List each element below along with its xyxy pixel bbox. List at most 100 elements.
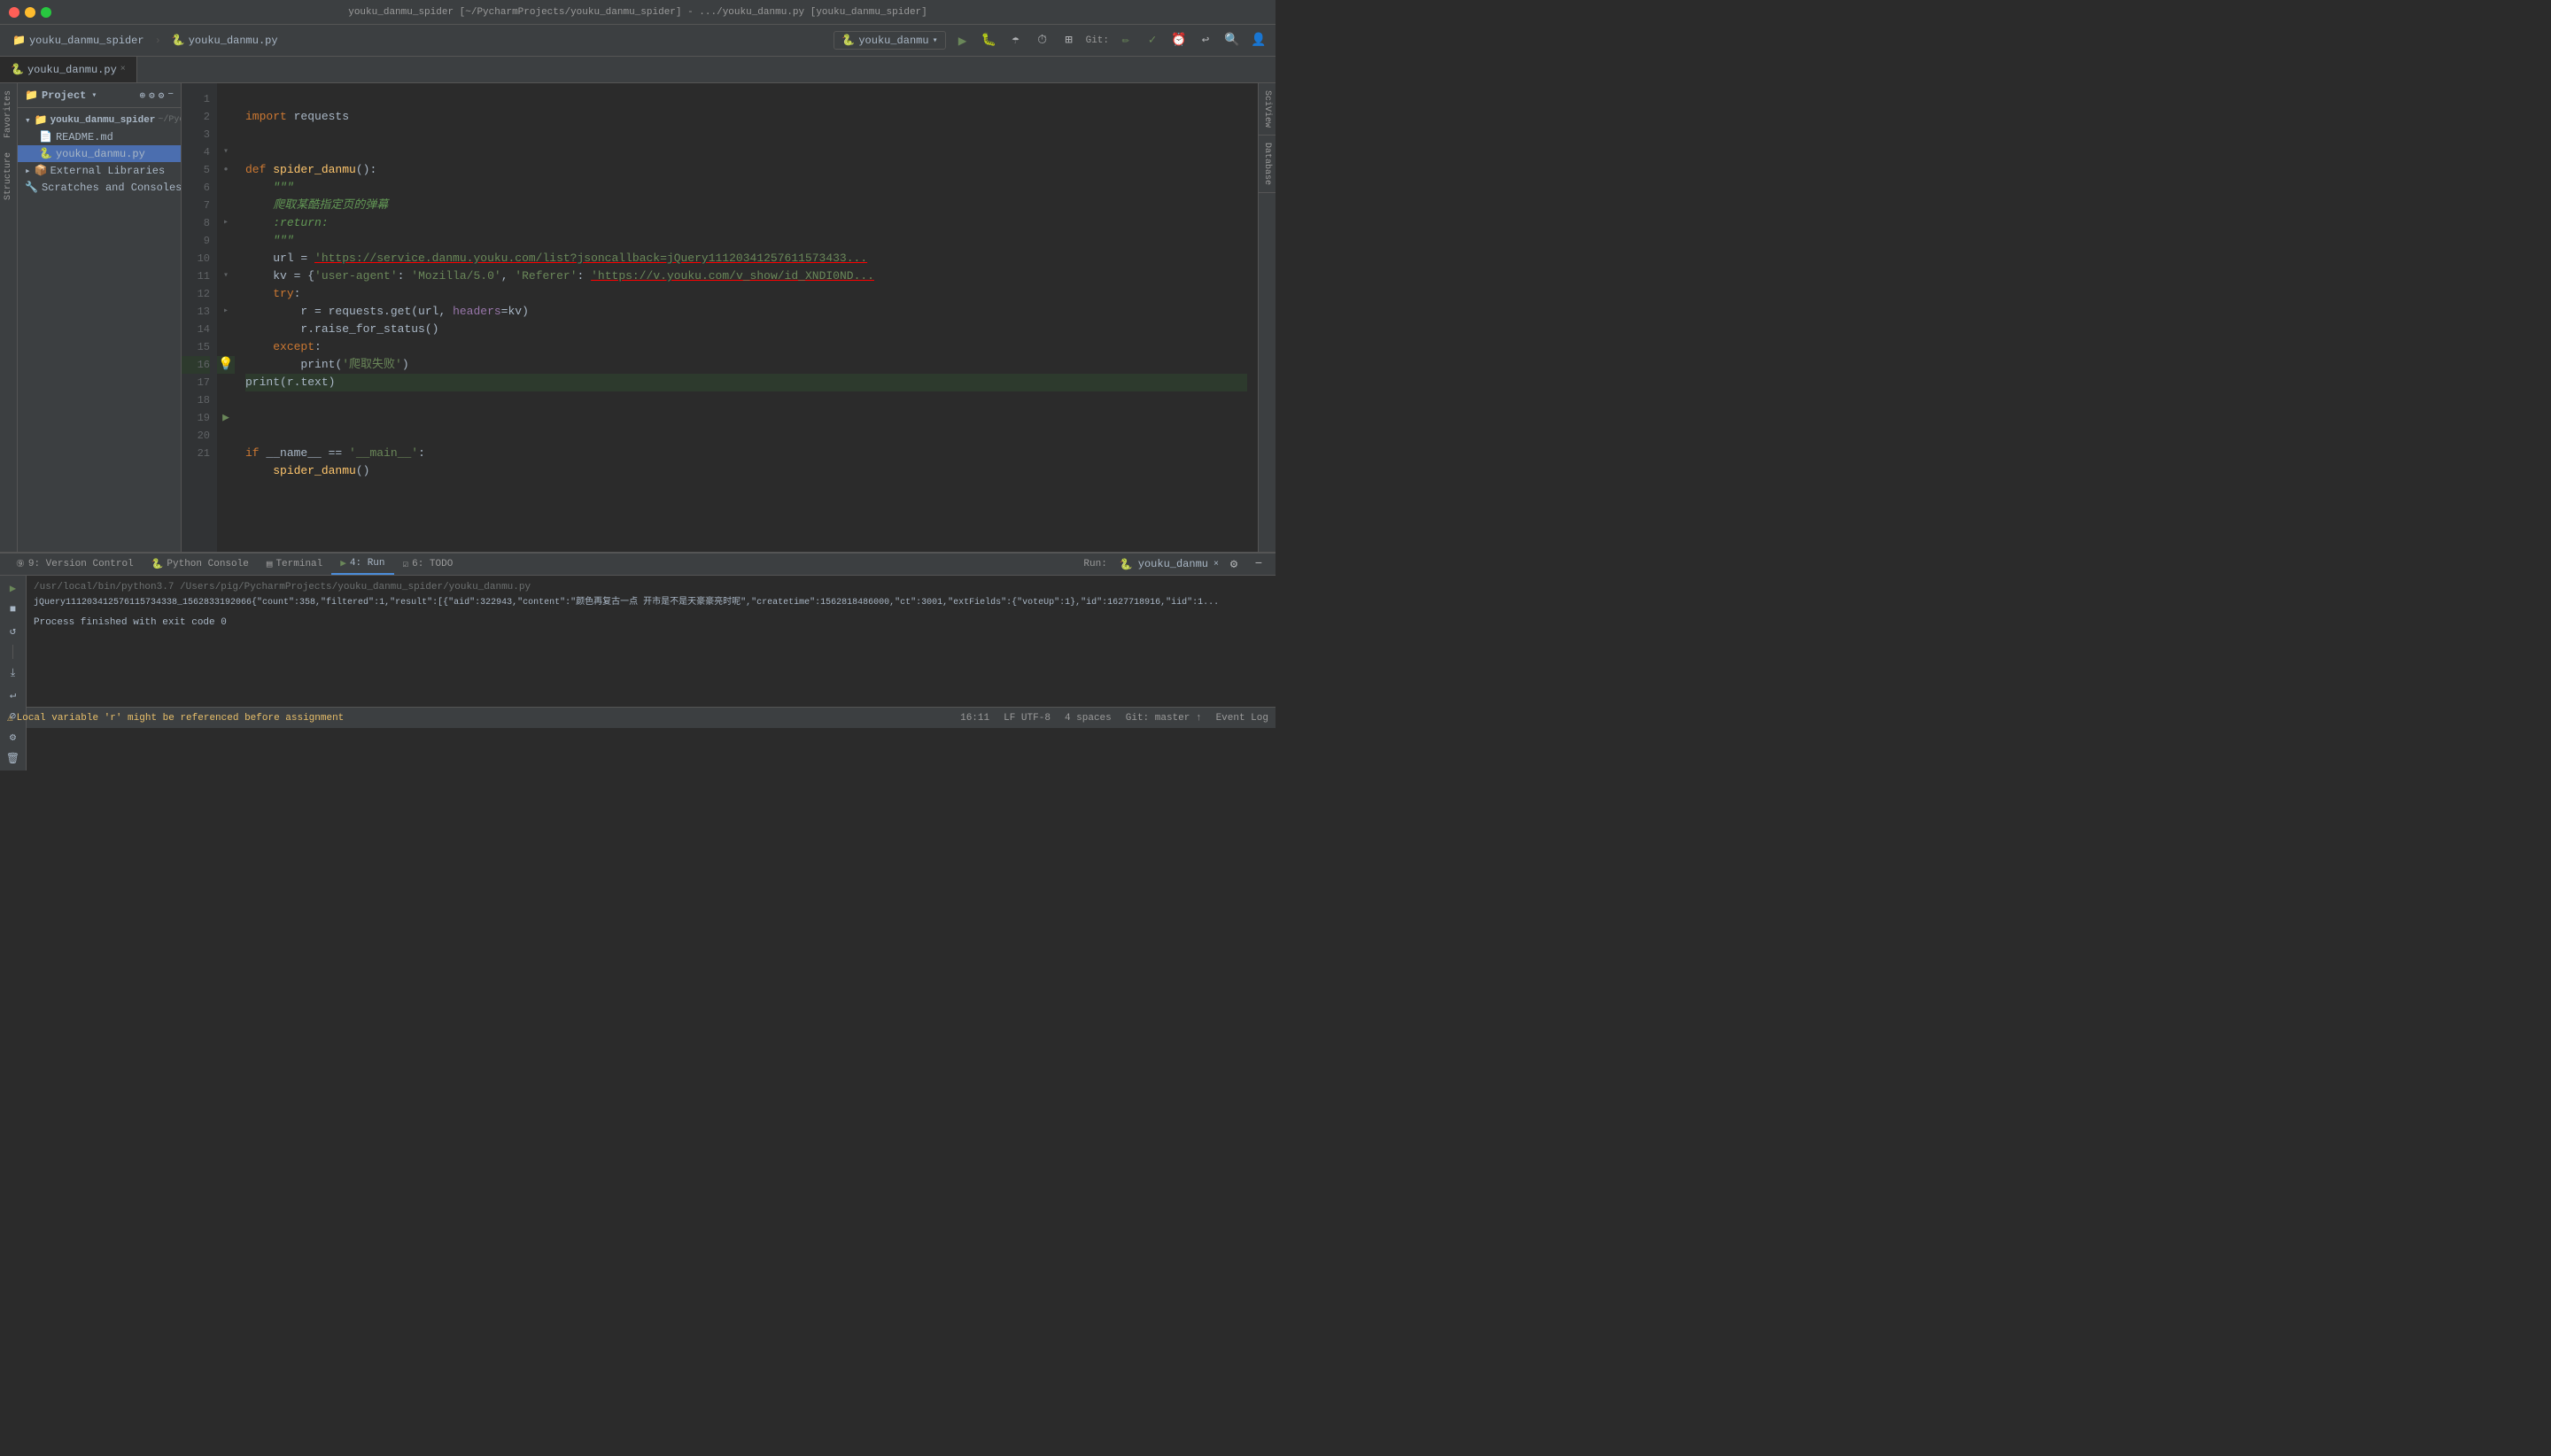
py-file-label: youku_danmu.py (56, 148, 145, 160)
sciview-tab[interactable]: SciView (1259, 83, 1276, 136)
run-config-icon: 🐍 (841, 34, 855, 47)
python-console-tab[interactable]: 🐍 Python Console (143, 554, 258, 574)
profile-button[interactable]: ⏱ (1033, 31, 1052, 50)
git-status[interactable]: Git: master ↑ (1126, 713, 1202, 724)
project-folder-icon: 📁 (12, 34, 26, 47)
output-path: /usr/local/bin/python3.7 /Users/pig/Pych… (34, 579, 1268, 595)
fold-close-8[interactable]: ▸ (223, 214, 229, 232)
output-exit: Process finished with exit code 0 (34, 615, 1268, 631)
run-output: /usr/local/bin/python3.7 /Users/pig/Pych… (27, 576, 1276, 771)
right-sidebar-strip: SciView Database (1258, 83, 1276, 552)
project-selector[interactable]: 📁 youku_danmu_spider (7, 32, 150, 49)
external-expand-icon: ▸ (25, 165, 31, 177)
run-tab-filename: youku_danmu (1138, 558, 1208, 570)
debug-button[interactable]: 🐛 (980, 31, 999, 50)
project-dropdown-icon[interactable]: ▾ (91, 90, 97, 101)
database-tab[interactable]: Database (1259, 136, 1276, 193)
vcs-check-icon[interactable]: ✓ (1143, 31, 1162, 50)
terminal-tab[interactable]: ▤ Terminal (258, 554, 331, 574)
trash-button[interactable]: 🗑 (4, 749, 22, 767)
project-title: Project (42, 89, 86, 102)
run-stop-button[interactable]: ■ (4, 600, 22, 618)
project-name: youku_danmu_spider (29, 35, 144, 47)
fold-icon-11[interactable]: ▾ (223, 267, 229, 285)
todo-tab[interactable]: ☑ 6: TODO (394, 554, 462, 574)
run-tab[interactable]: ▶ 4: Run (331, 554, 393, 575)
editor-tab-active[interactable]: 🐍 youku_danmu.py × (0, 57, 137, 82)
readme-icon: 📄 (39, 130, 52, 143)
vcs-history-icon[interactable]: ⏰ (1169, 31, 1189, 50)
tree-item-root[interactable]: ▾ 📁 youku_danmu_spider ~/PycharmProjects… (18, 112, 181, 128)
file-breadcrumb[interactable]: 🐍 youku_danmu.py (167, 32, 283, 49)
project-icon: 📁 (25, 89, 38, 102)
user-icon[interactable]: 👤 (1249, 31, 1268, 50)
tree-item-readme[interactable]: 📄 README.md (18, 128, 181, 145)
indent[interactable]: 4 spaces (1065, 713, 1112, 724)
tree-item-scratches[interactable]: 🔧 Scratches and Consoles (18, 179, 181, 196)
minimize-button[interactable] (25, 7, 35, 18)
warning-text: Local variable 'r' might be referenced b… (17, 713, 345, 724)
project-gear-icon[interactable]: ⚙ (149, 89, 155, 102)
main-layout: Favorites Structure 📁 Project ▾ ⊕ ⚙ ⚙ − … (0, 83, 1276, 552)
favorites-tab[interactable]: Favorites (0, 83, 17, 145)
tree-item-external[interactable]: ▸ 📦 External Libraries (18, 162, 181, 179)
run-file-icon: 🐍 (1120, 558, 1133, 571)
close-button[interactable] (9, 7, 19, 18)
tab-close-button[interactable]: × (120, 65, 126, 74)
maximize-button[interactable] (41, 7, 51, 18)
run-tab-label: 4: Run (350, 558, 385, 569)
fold-icon-4[interactable]: ▾ (223, 143, 229, 161)
run-rerun-button[interactable]: ↺ (4, 622, 22, 639)
project-collapse-icon[interactable]: − (167, 89, 174, 102)
encoding[interactable]: LF UTF-8 (1004, 713, 1051, 724)
soft-wrap-button[interactable]: ↵ (4, 685, 22, 703)
warning-icon: ⚠ (7, 712, 13, 724)
vc-label: 9: Version Control (28, 559, 134, 569)
concurrency-button[interactable]: ⊞ (1059, 31, 1079, 50)
tree-item-youku-py[interactable]: 🐍 youku_danmu.py (18, 145, 181, 162)
fold-icon-13[interactable]: ▸ (223, 303, 229, 321)
bottom-tabs: ⑨ 9: Version Control 🐍 Python Console ▤ … (0, 554, 1276, 576)
external-icon: 📦 (35, 164, 48, 177)
version-control-tab[interactable]: ⑨ 9: Version Control (7, 554, 143, 574)
bottom-content: ▶ ■ ↺ ⤓ ↵ ⊘ ⚙ 🗑 /usr/local/bin/python3.7… (0, 576, 1276, 771)
breakpoint-5[interactable]: ● (224, 161, 229, 179)
left-sidebar-strip: Favorites Structure (0, 83, 18, 552)
cursor-position[interactable]: 16:11 (960, 713, 989, 724)
run-tab-close[interactable]: × (1213, 560, 1219, 569)
run-settings-icon[interactable]: ⚙ (1224, 554, 1244, 574)
divider (12, 645, 13, 659)
project-settings-icon[interactable]: ⚙ (159, 89, 165, 102)
run-arrow-19[interactable]: ▶ (222, 409, 229, 427)
titlebar: youku_danmu_spider [~/PycharmProjects/yo… (0, 0, 1276, 25)
output-data: jQuery111203412576115734338_156283319206… (34, 595, 1268, 611)
scratches-label: Scratches and Consoles (42, 182, 181, 194)
run-panel-close-icon[interactable]: − (1249, 554, 1268, 574)
tab-file-icon: 🐍 (11, 63, 24, 76)
code-editor: 1 2 3 4 5 6 7 8 9 10 11 12 13 14 15 16 1… (182, 83, 1258, 552)
search-icon[interactable]: 🔍 (1222, 31, 1242, 50)
run-play-button[interactable]: ▶ (4, 579, 22, 597)
coverage-button[interactable]: ☂ (1006, 31, 1026, 50)
warning-bulb[interactable]: 💡 (218, 356, 233, 374)
gutter: ▾ ● ▸ ▾ ▸ (217, 83, 235, 552)
settings-button[interactable]: ⚙ (4, 728, 22, 746)
py-file-icon: 🐍 (39, 147, 52, 160)
terminal-icon: ▤ (267, 558, 273, 570)
project-scope-icon[interactable]: ⊕ (140, 89, 146, 102)
run-button[interactable]: ▶ (953, 31, 973, 50)
scratches-icon: 🔧 (25, 181, 38, 194)
run-config-selector[interactable]: 🐍 youku_danmu ▾ (834, 31, 945, 50)
todo-label: 6: TODO (412, 559, 453, 569)
vc-icon: ⑨ (16, 558, 25, 570)
tab-filename: youku_danmu.py (27, 64, 117, 76)
top-toolbar: 📁 youku_danmu_spider › 🐍 youku_danmu.py … (0, 25, 1276, 57)
vcs-edit-icon[interactable]: ✏ (1116, 31, 1136, 50)
vcs-revert-icon[interactable]: ↩ (1196, 31, 1215, 50)
structure-tab[interactable]: Structure (0, 145, 17, 207)
event-log[interactable]: Event Log (1216, 713, 1268, 724)
scroll-to-end-button[interactable]: ⤓ (4, 664, 22, 682)
dropdown-icon: ▾ (933, 35, 938, 46)
code-content[interactable]: import requests def spider_danmu(): """ … (235, 83, 1258, 552)
window-title: youku_danmu_spider [~/PycharmProjects/yo… (348, 7, 927, 18)
